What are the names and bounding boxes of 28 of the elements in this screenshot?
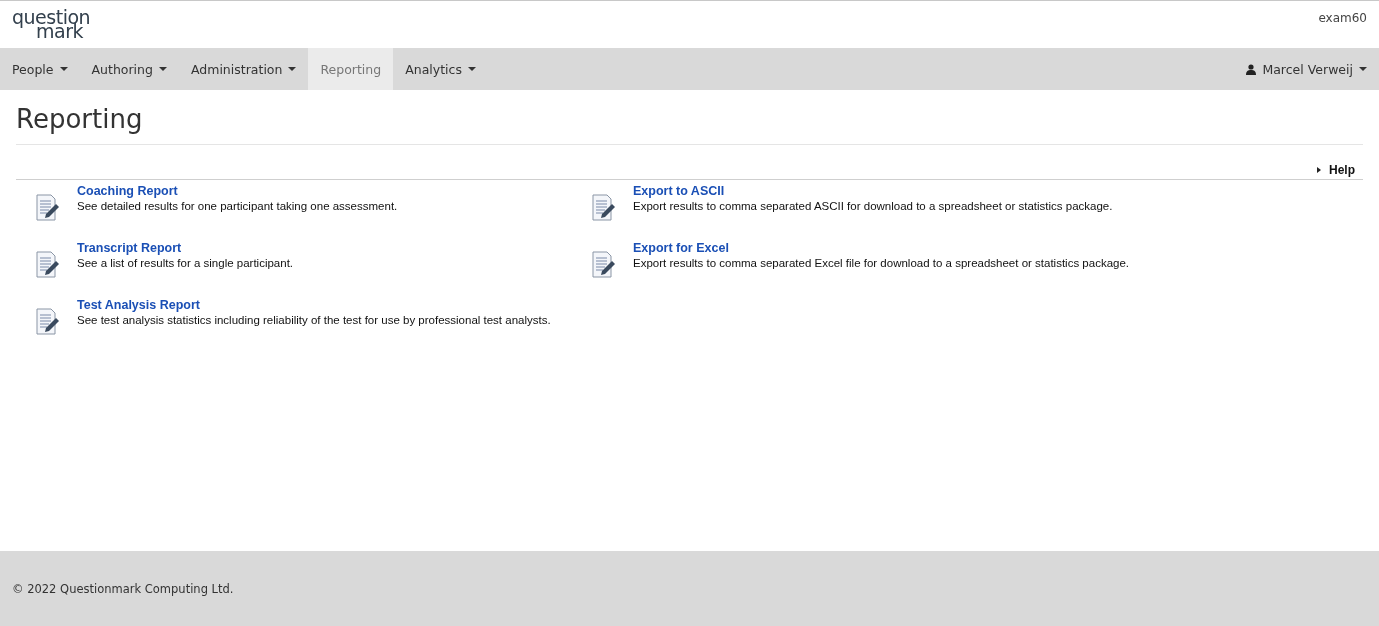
document-pen-icon	[591, 251, 615, 279]
user-menu[interactable]: Marcel Verweij	[1234, 48, 1379, 90]
questionmark-logo: question mark	[12, 10, 91, 38]
report-description: Export results to comma separated ASCII for download to a spreadsheet or statistics package.	[633, 199, 1113, 214]
nav-menu-item[interactable]: Analytics	[393, 48, 488, 90]
report-description: See detailed results for one participant taking one assessment.	[77, 199, 398, 214]
user-icon	[1246, 63, 1257, 75]
report-link[interactable]: Transcript Report	[77, 241, 294, 256]
triangle-icon	[1317, 167, 1321, 173]
document-pen-icon	[35, 308, 59, 336]
document-pen-icon	[591, 194, 615, 222]
document-pen-icon	[35, 194, 59, 222]
site-name: exam60	[1318, 11, 1367, 25]
report-link[interactable]: Test Analysis Report	[77, 298, 551, 313]
report-link[interactable]: Coaching Report	[77, 184, 398, 199]
nav-menu-item[interactable]: Authoring	[79, 48, 179, 90]
copyright-text: © 2022 Questionmark Computing Ltd.	[12, 581, 234, 596]
document-pen-icon	[35, 251, 59, 279]
report-link[interactable]: Export to ASCII	[633, 184, 1113, 199]
nav-menu-item[interactable]: People	[0, 48, 80, 90]
help-link[interactable]: Help	[1317, 163, 1355, 177]
page-title: Reporting	[16, 104, 1363, 145]
report-description: See a list of results for a single participant.	[77, 256, 294, 271]
report-description: See test analysis statistics including reliability of the test for use by professional test analysts.	[77, 313, 551, 328]
nav-menu-item[interactable]: Administration	[178, 48, 309, 90]
nav-menu-item[interactable]: Reporting	[308, 48, 394, 90]
report-link[interactable]: Export for Excel	[633, 241, 1130, 256]
report-description: Export results to comma separated Excel file for download to a spreadsheet or statistics package.	[633, 256, 1130, 271]
